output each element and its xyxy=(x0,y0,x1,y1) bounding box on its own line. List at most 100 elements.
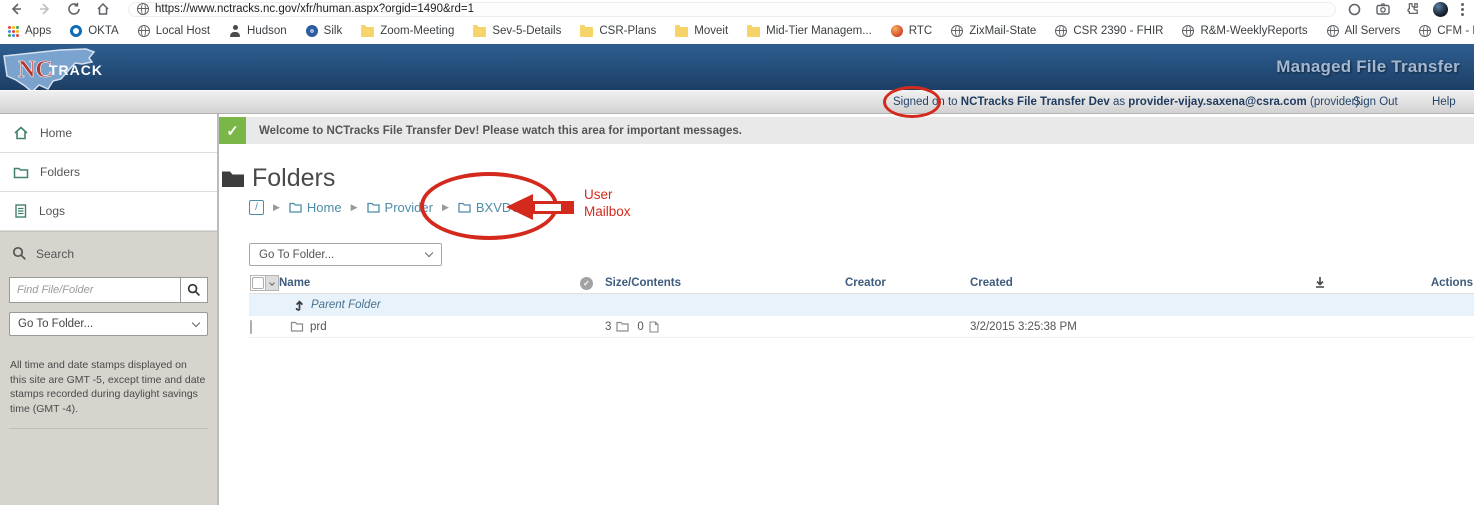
bookmark-folder-icon xyxy=(473,25,487,37)
search-icon xyxy=(187,283,201,297)
bookmark-folder-icon xyxy=(361,25,375,37)
apps-shortcut[interactable]: Apps xyxy=(8,25,51,37)
parent-folder-row[interactable]: Parent Folder xyxy=(249,294,1474,316)
select-all-checkbox[interactable] xyxy=(252,277,264,289)
profile-avatar[interactable] xyxy=(1433,1,1448,17)
table-row-prd[interactable]: prd 3 0 3/2/2015 3:25:38 PM xyxy=(249,316,1474,338)
red-arrow-shaft xyxy=(532,201,564,214)
goto-folder-select[interactable]: Go To Folder... xyxy=(249,243,442,266)
sidebar-item-home[interactable]: Home xyxy=(0,114,217,153)
bookmark-label: CFM - Home xyxy=(1437,25,1474,37)
parent-folder-label: Parent Folder xyxy=(311,299,381,311)
bookmark-item[interactable]: Sev-5-Details xyxy=(473,25,561,37)
extensions-puzzle-icon[interactable] xyxy=(1404,1,1420,17)
folder-icon xyxy=(616,321,630,332)
success-check-icon: ✓ xyxy=(219,117,246,144)
sidebar-item-folders[interactable]: Folders xyxy=(0,153,217,192)
globe-icon xyxy=(1182,25,1195,37)
column-header-actions[interactable]: Actions xyxy=(1339,277,1474,289)
bookmark-label: Hudson xyxy=(247,25,287,37)
search-input[interactable] xyxy=(9,277,180,303)
browser-toolbar: https://www.nctracks.nc.gov/xfr/human.as… xyxy=(0,0,1474,18)
browser-window: https://www.nctracks.nc.gov/xfr/human.as… xyxy=(0,0,1474,505)
signon-user: provider-vijay.saxena@csra.com xyxy=(1128,96,1307,108)
bookmark-item[interactable]: Local Host xyxy=(137,25,211,37)
status-check-icon: ✓ xyxy=(580,276,593,290)
bookmark-item[interactable]: Silk xyxy=(305,25,343,37)
search-button[interactable] xyxy=(180,277,208,303)
forward-icon[interactable] xyxy=(37,1,53,17)
address-bar[interactable]: https://www.nctracks.nc.gov/xfr/human.as… xyxy=(128,1,1336,17)
column-header-name[interactable]: Name xyxy=(279,277,574,289)
bookmark-item[interactable]: CFM - Home xyxy=(1419,25,1474,37)
bookmark-item[interactable]: RTC xyxy=(890,25,933,37)
globe-icon xyxy=(951,25,964,37)
bookmark-item[interactable]: Mid-Tier Managem... xyxy=(747,25,872,37)
up-arrow-icon xyxy=(295,299,304,311)
breadcrumb-item-home[interactable]: Home xyxy=(289,200,342,215)
bookmark-item[interactable]: OKTA xyxy=(70,25,119,37)
globe-icon xyxy=(1419,25,1432,37)
browser-menu-icon[interactable] xyxy=(1461,7,1464,11)
globe-icon xyxy=(1055,25,1068,37)
folder-icon xyxy=(289,202,302,213)
signon-status-text: Signed on to NCTracks File Transfer Dev … xyxy=(893,96,1363,108)
back-icon[interactable] xyxy=(8,1,24,17)
breadcrumb-root-icon[interactable]: / xyxy=(249,199,264,215)
column-header-created[interactable]: Created xyxy=(964,277,1309,289)
main-content: ✓ Welcome to NCTracks File Transfer Dev!… xyxy=(219,114,1474,505)
globe-icon xyxy=(1326,25,1339,37)
sidebar-goto-folder-select[interactable]: Go To Folder... xyxy=(9,312,208,336)
welcome-banner: ✓ Welcome to NCTracks File Transfer Dev!… xyxy=(219,117,1474,144)
url-text[interactable]: https://www.nctracks.nc.gov/xfr/human.as… xyxy=(155,3,474,15)
user-mailbox-annotation: User Mailbox xyxy=(584,187,631,219)
bookmark-item[interactable]: ZixMail-State xyxy=(951,25,1036,37)
breadcrumb-separator-icon: ▶ xyxy=(273,201,280,212)
bookmark-folder-icon xyxy=(580,25,594,37)
reload-icon[interactable] xyxy=(66,1,82,17)
sidebar-item-logs[interactable]: Logs xyxy=(0,192,217,231)
chevron-down-icon xyxy=(424,248,434,258)
column-header-size[interactable]: Size/Contents xyxy=(599,277,839,289)
folder-icon xyxy=(290,321,304,332)
bookmark-folder-icon xyxy=(675,25,689,37)
bookmark-label: OKTA xyxy=(88,25,119,37)
folder-name[interactable]: prd xyxy=(310,321,327,333)
bookmark-label: ZixMail-State xyxy=(969,25,1037,37)
bookmark-item[interactable]: R&M-WeeklyReports xyxy=(1182,25,1308,37)
bookmark-label: Zoom-Meeting xyxy=(380,25,455,37)
bookmark-item[interactable]: Hudson xyxy=(229,25,287,37)
help-link[interactable]: Help xyxy=(1432,96,1456,108)
svg-text:NC: NC xyxy=(18,57,53,83)
bookmark-item[interactable]: Moveit xyxy=(675,25,728,37)
home-icon[interactable] xyxy=(95,1,111,17)
page-title: Folders xyxy=(221,164,1474,193)
camera-icon[interactable] xyxy=(1375,1,1391,17)
bookmark-item[interactable]: All Servers xyxy=(1326,25,1400,37)
bookmark-label: RTC xyxy=(908,25,933,37)
folder-icon xyxy=(222,171,244,187)
bookmark-label: Moveit xyxy=(694,25,729,37)
row-checkbox[interactable] xyxy=(250,319,252,334)
apps-grid-icon xyxy=(8,25,19,37)
sidebar-item-label: Folders xyxy=(40,165,81,179)
sidebar-item-label: Home xyxy=(40,126,73,140)
bookmark-label: Silk xyxy=(323,25,343,37)
chevron-down-icon xyxy=(191,318,201,327)
bookmark-label: Local Host xyxy=(155,25,211,37)
home-icon xyxy=(14,126,28,140)
signon-system: NCTracks File Transfer Dev xyxy=(960,96,1110,108)
sign-out-link[interactable]: Sign Out xyxy=(1353,96,1398,108)
circle-icon[interactable] xyxy=(1346,1,1362,17)
page-header-title: Managed File Transfer xyxy=(1276,57,1460,76)
column-header-creator[interactable]: Creator xyxy=(839,277,964,289)
red-arrow-cap xyxy=(564,201,574,214)
select-menu-chevron-icon[interactable] xyxy=(266,275,279,291)
sidebar-search-section: Search Go To Folder... All time and date… xyxy=(0,231,217,505)
bookmark-item[interactable]: Zoom-Meeting xyxy=(361,25,454,37)
file-count: 0 xyxy=(637,320,644,333)
bookmark-item[interactable]: CSR 2390 - FHIR xyxy=(1055,25,1163,37)
red-circle-annotation-signon xyxy=(883,86,941,118)
bookmark-item[interactable]: CSR-Plans xyxy=(580,25,656,37)
select-all-control[interactable] xyxy=(250,275,279,291)
